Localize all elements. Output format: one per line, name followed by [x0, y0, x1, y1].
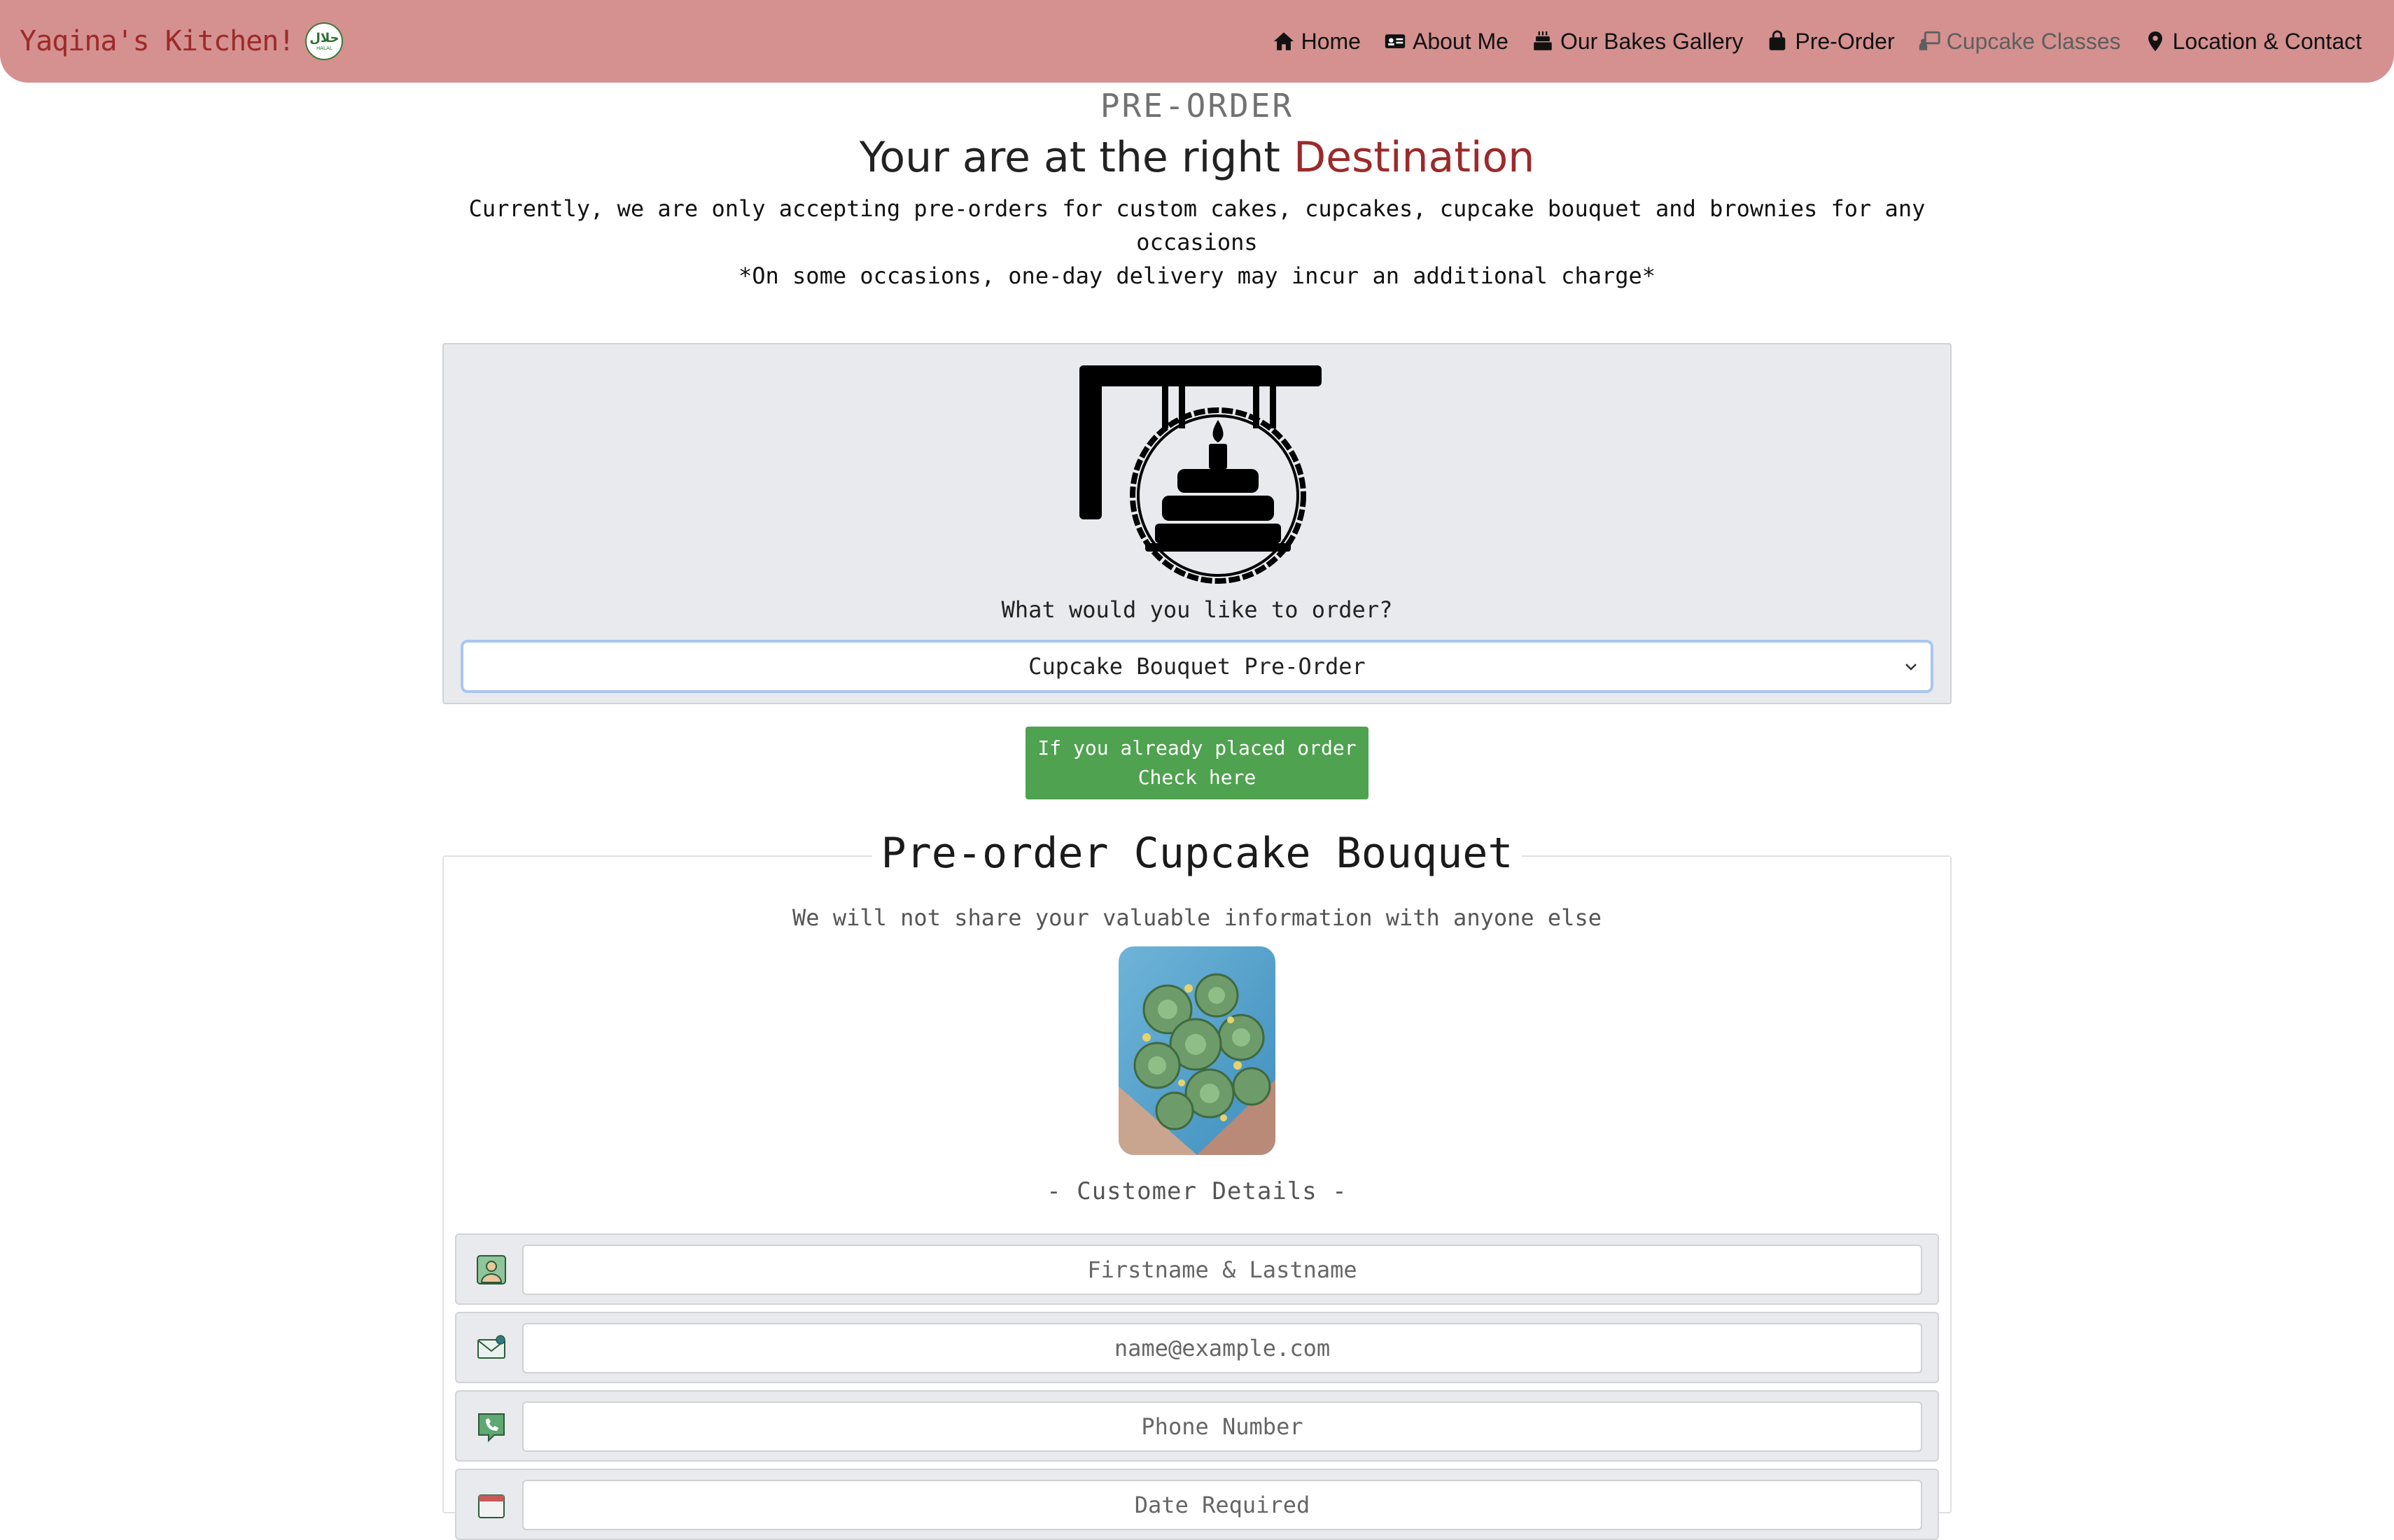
- date-input[interactable]: Date Required: [522, 1480, 1922, 1530]
- brand-name[interactable]: Yaqina's Kitchen!: [20, 25, 295, 57]
- nav-preorder-label: Pre-Order: [1795, 28, 1895, 54]
- nav-gallery[interactable]: Our Bakes Gallery: [1531, 29, 1743, 55]
- calendar-icon: [478, 1494, 505, 1518]
- nav-location-label: Location & Contact: [2172, 28, 2362, 54]
- halal-badge-arabic: حلال: [309, 30, 340, 46]
- nav-home-label: Home: [1301, 28, 1361, 54]
- intro-line: Currently, we are only accepting pre-ord…: [468, 195, 1926, 255]
- user-icon: [477, 1255, 506, 1284]
- check-order-line1: If you already placed order: [1037, 736, 1357, 760]
- nav-links: Home About Me Our Bakes Gallery Pre-Orde…: [1272, 25, 2362, 57]
- form-title-text: Pre-order Cupcake Bouquet: [872, 829, 1522, 878]
- form-title: Pre-order Cupcake Bouquet: [0, 829, 2394, 878]
- cake-shop-sign-icon: [1079, 365, 1322, 584]
- cupcake-bouquet-image: [1119, 946, 1275, 1155]
- cupcake-bouquet-photo: [1119, 946, 1275, 1155]
- nav-classes-label: Cupcake Classes: [1946, 28, 2121, 54]
- order-type-selected: Cupcake Bouquet Pre-Order: [1028, 653, 1366, 680]
- halal-badge-icon: حلال HALAL: [305, 22, 344, 60]
- customer-details-label: - Customer Details -: [1046, 1177, 1348, 1205]
- nav-location[interactable]: Location & Contact: [2143, 29, 2362, 55]
- check-order-line2: Check here: [1138, 766, 1256, 789]
- page-title: Your are at the right Destination: [0, 133, 2394, 182]
- shopping-bag-icon: [1770, 30, 1786, 50]
- phone-row: Phone Number: [455, 1390, 1939, 1462]
- date-row: Date Required: [455, 1469, 1939, 1540]
- email-input[interactable]: name@example.com: [522, 1323, 1922, 1373]
- chalkboard-teacher-icon: [1919, 31, 1940, 50]
- nav-preorder[interactable]: Pre-Order: [1765, 28, 1895, 55]
- halal-badge-text: HALAL: [316, 45, 332, 51]
- nav-home[interactable]: Home: [1272, 29, 1361, 55]
- order-type-select[interactable]: Cupcake Bouquet Pre-Order: [461, 640, 1933, 693]
- phone-icon: [478, 1413, 505, 1442]
- nav-classes[interactable]: Cupcake Classes: [1917, 29, 2121, 55]
- phone-input[interactable]: Phone Number: [522, 1401, 1922, 1452]
- phone-placeholder: Phone Number: [1141, 1413, 1303, 1440]
- title-prefix: Your are at the right: [859, 133, 1294, 182]
- fullname-input[interactable]: Firstname & Lastname: [522, 1245, 1922, 1295]
- mail-icon: [477, 1335, 505, 1359]
- email-placeholder: name@example.com: [1114, 1335, 1331, 1362]
- home-icon: [1273, 32, 1294, 50]
- intro-text: Currently, we are only accepting pre-ord…: [462, 192, 1932, 293]
- page-subtitle: PRE-ORDER: [1100, 87, 1294, 125]
- privacy-note: We will not share your valuable informat…: [792, 904, 1602, 931]
- id-card-icon: [1385, 34, 1406, 48]
- email-row: name@example.com: [455, 1312, 1939, 1383]
- nav-about-label: About Me: [1412, 28, 1508, 54]
- map-pin-icon: [2148, 31, 2162, 52]
- order-type-card: What would you like to order? Cupcake Bo…: [442, 343, 1952, 704]
- navbar: Yaqina's Kitchen! حلال HALAL Home About …: [0, 0, 2394, 83]
- title-accent: Destination: [1293, 133, 1535, 182]
- cake-icon: [1534, 31, 1552, 50]
- intro-note: *On some occasions, one-day delivery may…: [738, 262, 1656, 289]
- brand[interactable]: Yaqina's Kitchen! حلال HALAL: [20, 20, 344, 63]
- date-placeholder: Date Required: [1134, 1492, 1310, 1518]
- order-question: What would you like to order?: [1001, 596, 1393, 623]
- chevron-down-icon: [1905, 664, 1917, 671]
- check-order-button[interactable]: If you already placed order Check here: [1026, 727, 1368, 799]
- fullname-placeholder: Firstname & Lastname: [1087, 1256, 1357, 1283]
- name-row: Firstname & Lastname: [455, 1233, 1939, 1305]
- nav-about[interactable]: About Me: [1383, 29, 1508, 55]
- nav-gallery-label: Our Bakes Gallery: [1560, 28, 1744, 54]
